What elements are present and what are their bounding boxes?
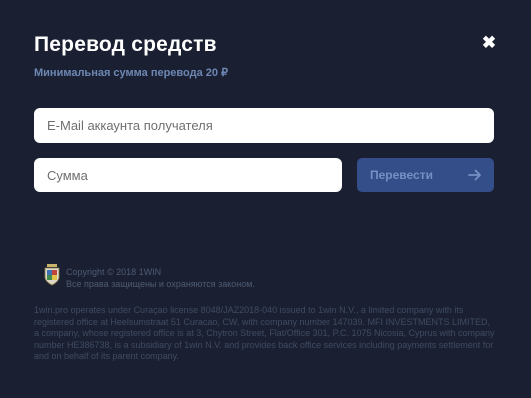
modal-title: Перевод средств bbox=[34, 33, 217, 56]
close-icon[interactable]: ✖ bbox=[480, 34, 498, 52]
modal-subtitle: Минимальная сумма перевода 20 ₽ bbox=[34, 67, 229, 79]
copyright-text: Copyright © 2018 1WIN bbox=[66, 267, 162, 277]
transfer-modal: Перевод средств Минимальная сумма перево… bbox=[0, 0, 531, 398]
license-seal-icon bbox=[44, 264, 60, 286]
transfer-button-label: Перевести bbox=[370, 168, 433, 182]
recipient-email-input[interactable] bbox=[34, 108, 494, 143]
transfer-button[interactable]: Перевести bbox=[357, 158, 494, 192]
arrow-right-icon bbox=[468, 169, 481, 181]
amount-input[interactable] bbox=[34, 158, 342, 192]
legal-text: 1win.pro operates under Curaçao license … bbox=[34, 305, 495, 361]
rights-text: Все права защищены и охраняются законом. bbox=[66, 279, 255, 289]
